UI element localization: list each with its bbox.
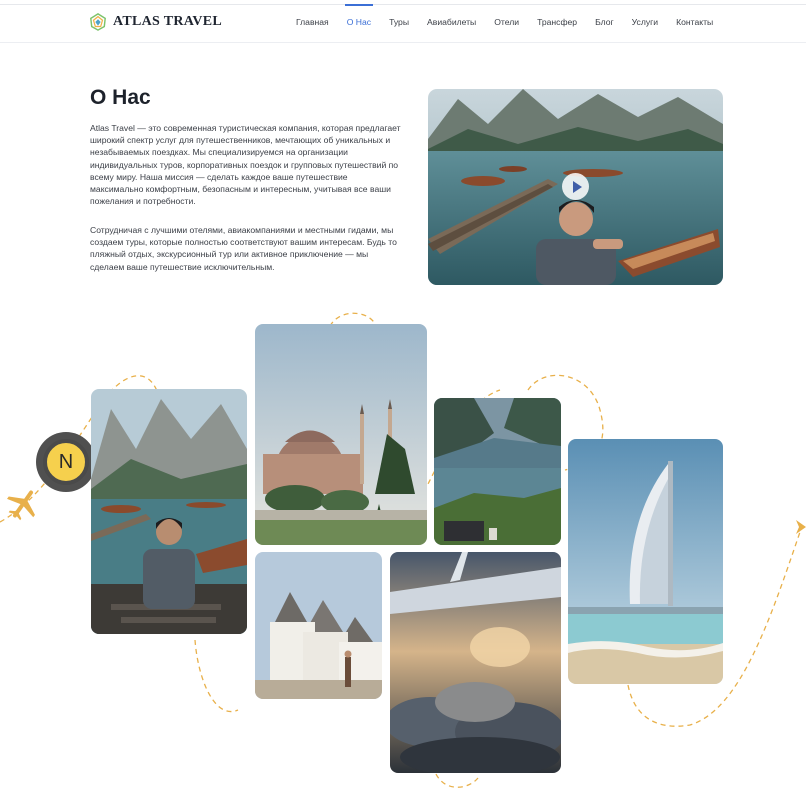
airplane-clouds-image — [390, 552, 561, 773]
main-nav: Главная О Нас Туры Авиабилеты Отели Тран… — [296, 0, 731, 43]
gallery-photo-fjord[interactable] — [434, 398, 561, 545]
play-icon[interactable] — [562, 173, 589, 200]
brand-logo[interactable]: ATLAS TRAVEL — [89, 13, 222, 31]
lake-boats-image — [91, 389, 247, 634]
brand-name: ATLAS TRAVEL — [113, 14, 223, 29]
fjord-image — [434, 398, 561, 545]
about-title: О Нас — [90, 86, 151, 109]
nav-flights[interactable]: Авиабилеты — [427, 0, 476, 43]
gallery-photo-lake[interactable] — [91, 389, 247, 634]
badge-letter: N — [43, 439, 89, 485]
logo-icon — [90, 13, 106, 31]
nav-blog[interactable]: Блог — [595, 0, 614, 43]
nav-about[interactable]: О Нас — [344, 0, 374, 43]
nav-contacts[interactable]: Контакты — [676, 0, 713, 43]
nav-tours[interactable]: Туры — [389, 0, 409, 43]
gallery-photo-airplane[interactable] — [390, 552, 561, 773]
site-header: ATLAS TRAVEL Главная О Нас Туры Авиабиле… — [0, 0, 806, 43]
mosque-image — [255, 324, 427, 545]
gallery-photo-dubai[interactable] — [568, 439, 723, 684]
burj-al-arab-image — [568, 439, 723, 684]
nav-hotels[interactable]: Отели — [494, 0, 519, 43]
about-paragraph-1: Atlas Travel — это современная туристиче… — [90, 123, 401, 207]
trulli-houses-image — [255, 552, 382, 699]
gallery-photo-istanbul[interactable] — [255, 324, 427, 545]
gallery-photo-trulli[interactable] — [255, 552, 382, 699]
floating-badge[interactable]: N — [33, 432, 99, 494]
nav-transfer[interactable]: Трансфер — [537, 0, 577, 43]
nav-services[interactable]: Услуги — [632, 0, 658, 43]
about-paragraph-2: Сотрудничая с лучшими отелями, авиакомпа… — [90, 225, 397, 272]
plane-icon-small — [796, 520, 806, 534]
nav-home[interactable]: Главная — [296, 0, 329, 43]
